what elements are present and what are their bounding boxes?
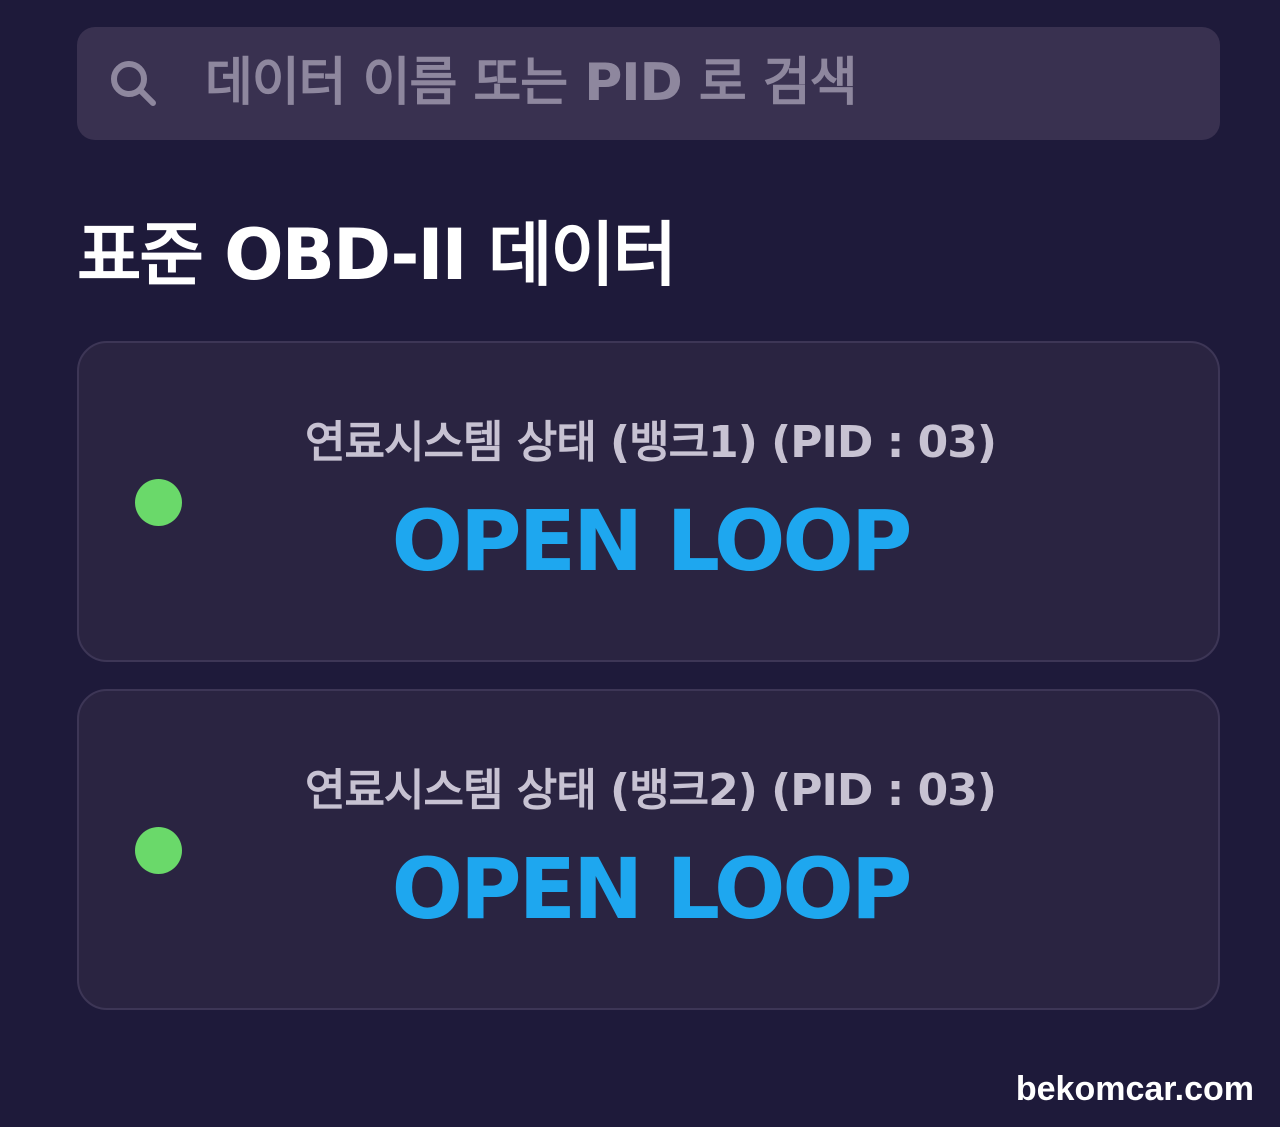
data-value: OPEN LOOP [391, 840, 913, 938]
data-label: 연료시스템 상태 (뱅크1) (PID : 03) [305, 417, 997, 468]
data-label: 연료시스템 상태 (뱅크2) (PID : 03) [305, 765, 997, 816]
search-icon [111, 61, 156, 106]
search-input[interactable]: 데이터 이름 또는 PID 로 검색 [205, 27, 858, 140]
data-card[interactable]: 연료시스템 상태 (뱅크2) (PID : 03) OPEN LOOP [77, 689, 1220, 1010]
data-card[interactable]: 연료시스템 상태 (뱅크1) (PID : 03) OPEN LOOP [77, 341, 1220, 662]
search-bar[interactable]: 데이터 이름 또는 PID 로 검색 [77, 27, 1220, 140]
data-value: OPEN LOOP [391, 492, 913, 590]
section-title: 표준 OBD-II 데이터 [77, 214, 677, 296]
watermark: bekomcar.com [1015, 1070, 1254, 1108]
